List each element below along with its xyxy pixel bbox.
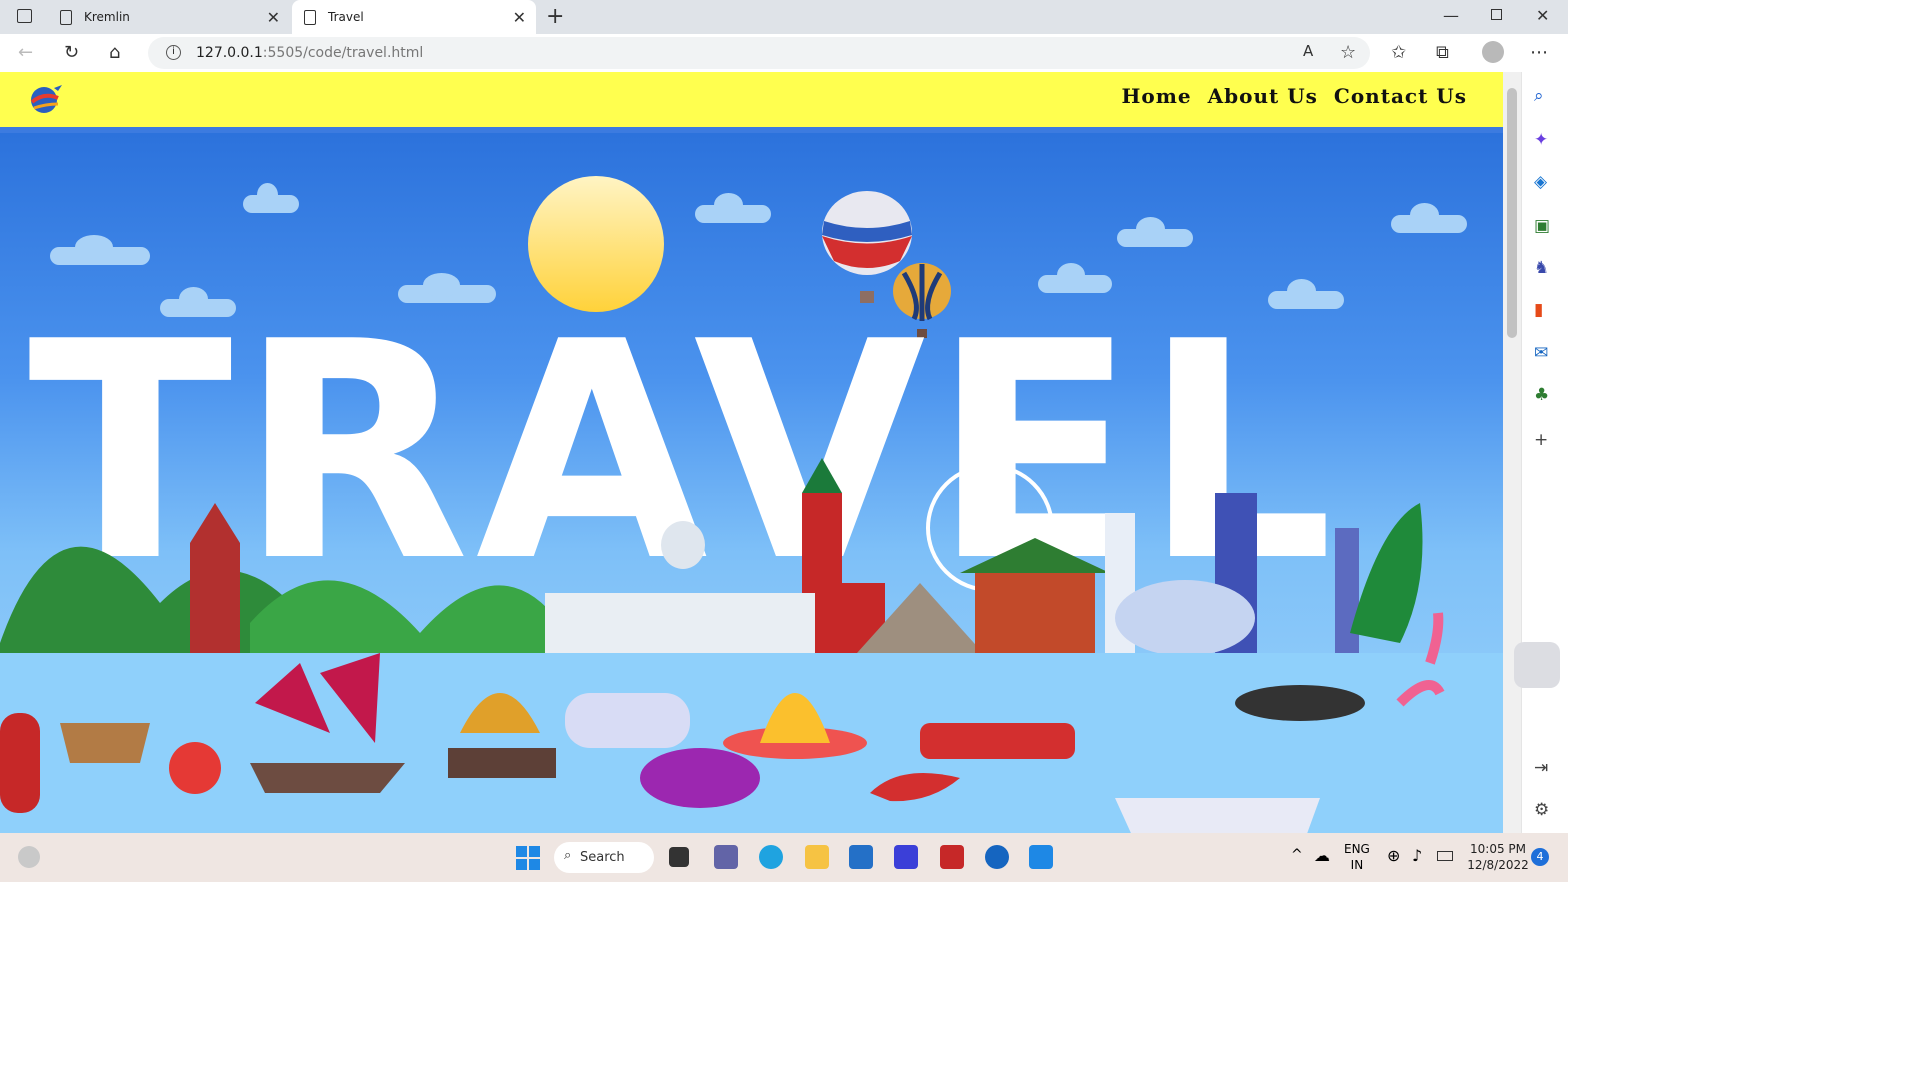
- notification-badge[interactable]: 4: [1531, 848, 1549, 866]
- refresh-icon[interactable]: ↻: [64, 42, 79, 63]
- nav-home[interactable]: Home: [1122, 84, 1192, 108]
- battery-icon[interactable]: [1437, 851, 1453, 861]
- minimize-icon[interactable]: —: [1443, 6, 1459, 25]
- onedrive-icon[interactable]: ☁: [1314, 846, 1330, 865]
- split-screen-icon[interactable]: ⇥: [1534, 758, 1548, 778]
- sidebar-toggle-icon[interactable]: [17, 9, 32, 23]
- store-icon[interactable]: [849, 845, 873, 869]
- cloud: [695, 193, 771, 223]
- lang-bottom: IN: [1350, 858, 1364, 872]
- cloud: [50, 235, 150, 265]
- task-view-icon[interactable]: [669, 847, 689, 867]
- language-indicator[interactable]: ENG IN: [1344, 841, 1370, 873]
- nav-about-us[interactable]: About Us: [1208, 84, 1318, 108]
- windows-start-icon[interactable]: [516, 846, 540, 870]
- url-path: :5505/code/travel.html: [262, 45, 424, 61]
- app-icon[interactable]: [894, 845, 918, 869]
- search-icon: ⌕: [564, 848, 572, 863]
- taskbar-search[interactable]: ⌕ Search: [554, 842, 654, 873]
- address-bar: ← ↻ ⌂ i 127.0.0.1:5505/code/travel.html …: [0, 34, 1568, 72]
- site-header: Home About Us Contact Us: [0, 72, 1503, 127]
- cloud: [1391, 203, 1467, 233]
- page-icon: [60, 9, 72, 25]
- tree-icon[interactable]: ♣: [1534, 385, 1549, 405]
- search-label: Search: [580, 850, 625, 865]
- info-icon[interactable]: i: [166, 45, 181, 60]
- mcafee-icon[interactable]: [940, 845, 964, 869]
- office-icon[interactable]: ▮: [1534, 300, 1543, 320]
- lang-top: ENG: [1344, 842, 1370, 856]
- tab-title: Travel: [328, 10, 364, 24]
- network-icon[interactable]: ⊕: [1387, 846, 1400, 865]
- page-icon: [304, 9, 316, 25]
- edge-sidebar: ⌕ ✦ ◈ ▣ ♞ ▮ ✉ ♣ + ⇥ ⚙: [1514, 72, 1568, 833]
- nav-contact-us[interactable]: Contact Us: [1334, 84, 1467, 108]
- tab-travel[interactable]: Travel ✕: [292, 0, 536, 34]
- tab-title: Kremlin: [84, 10, 130, 24]
- url-field[interactable]: i 127.0.0.1:5505/code/travel.html: [148, 37, 1370, 69]
- site-logo[interactable]: [28, 82, 64, 116]
- edge-icon[interactable]: [759, 845, 783, 869]
- windows-taskbar: ⌕ Search ^ ☁ ENG IN ⊕ ♪ 10:05 PM 12/8/20…: [0, 833, 1568, 882]
- tray-chevron-icon[interactable]: ^: [1291, 847, 1303, 863]
- scrollbar-thumb[interactable]: [1507, 88, 1517, 338]
- clock-date: 12/8/2022: [1467, 858, 1529, 872]
- games-icon[interactable]: ♞: [1534, 258, 1549, 278]
- back-icon[interactable]: ←: [18, 42, 33, 63]
- window-close-icon[interactable]: ✕: [1536, 6, 1549, 25]
- landmarks-skyline: [0, 458, 1503, 833]
- teams-icon[interactable]: [714, 845, 738, 869]
- file-explorer-icon[interactable]: [805, 845, 829, 869]
- more-icon[interactable]: ⋯: [1530, 42, 1548, 63]
- tools-icon[interactable]: ▣: [1534, 216, 1550, 236]
- weather-icon[interactable]: [18, 846, 40, 868]
- restore-icon[interactable]: [1491, 9, 1502, 20]
- copilot-float-icon[interactable]: [1514, 642, 1560, 688]
- hero-banner: TRAVEL: [0, 133, 1503, 833]
- collections-icon[interactable]: ⧉: [1436, 42, 1449, 63]
- home-icon[interactable]: ⌂: [109, 42, 120, 63]
- cloud: [243, 183, 299, 213]
- main-nav: Home About Us Contact Us: [1122, 84, 1468, 108]
- vscode-icon[interactable]: [1029, 845, 1053, 869]
- url-host: 127.0.0.1: [196, 45, 263, 61]
- new-tab-icon[interactable]: +: [546, 4, 564, 29]
- search-icon[interactable]: ⌕: [1534, 86, 1544, 106]
- settings-icon[interactable]: ⚙: [1534, 800, 1549, 820]
- shopping-icon[interactable]: ◈: [1534, 172, 1547, 192]
- volume-icon[interactable]: ♪: [1412, 846, 1422, 865]
- clock-time: 10:05 PM: [1470, 842, 1526, 856]
- page-scrollbar[interactable]: [1503, 72, 1521, 833]
- support-icon[interactable]: [985, 845, 1009, 869]
- close-icon[interactable]: ✕: [267, 8, 280, 27]
- copilot-icon[interactable]: ✦: [1534, 130, 1548, 150]
- read-aloud-icon[interactable]: A: [1303, 42, 1313, 60]
- tab-kremlin[interactable]: Kremlin ✕: [50, 0, 290, 34]
- outlook-icon[interactable]: ✉: [1534, 343, 1548, 363]
- favorite-icon[interactable]: ☆: [1340, 42, 1356, 63]
- close-icon[interactable]: ✕: [513, 8, 526, 27]
- cloud: [1117, 217, 1193, 247]
- profile-icon[interactable]: [1482, 41, 1504, 63]
- add-icon[interactable]: +: [1534, 430, 1548, 450]
- favorites-icon[interactable]: ✩: [1391, 42, 1406, 63]
- tab-bar: Kremlin ✕ Travel ✕ + — ✕: [0, 0, 1568, 34]
- clock[interactable]: 10:05 PM 12/8/2022: [1466, 841, 1530, 873]
